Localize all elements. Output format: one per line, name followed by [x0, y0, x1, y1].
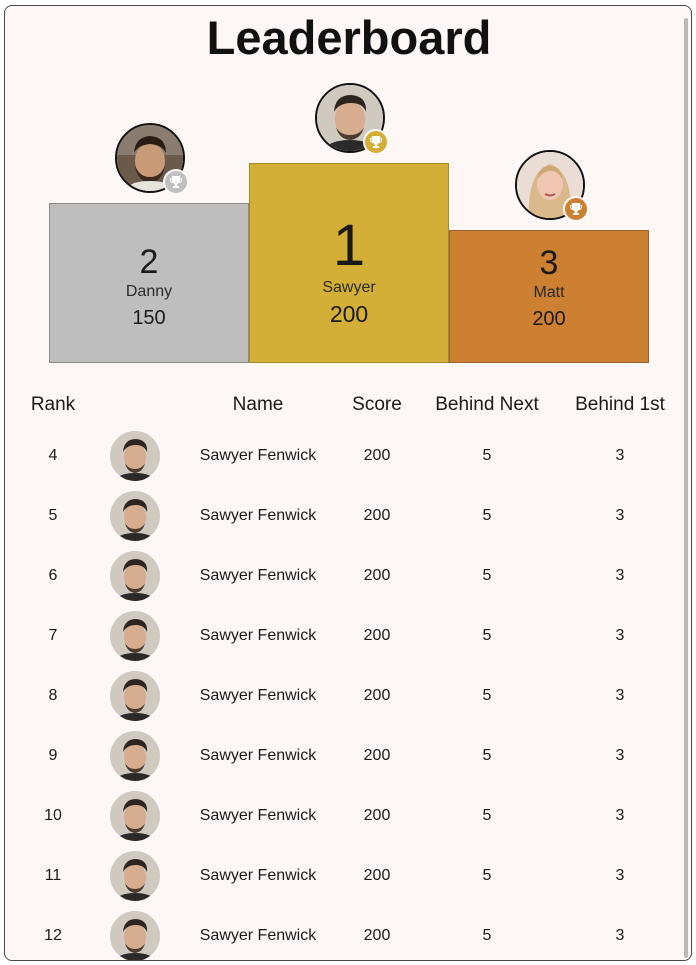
behind-next-cell: 5: [482, 627, 492, 644]
column-header-score[interactable]: Score: [337, 390, 417, 420]
table-row[interactable]: 6 Sawyer Fenwick 200 5 3: [5, 546, 691, 606]
podium-rank: 1: [332, 213, 366, 278]
podium-rank: 3: [539, 244, 559, 282]
podium-first-place[interactable]: 1 Sawyer 200: [249, 163, 449, 363]
rank-cell: 5: [48, 507, 58, 524]
score-cell: 200: [363, 507, 391, 524]
podium-name: Sawyer: [322, 279, 376, 296]
name-cell: Sawyer Fenwick: [199, 447, 317, 464]
rank-cell: 7: [48, 627, 58, 644]
table-header: Rank Name Score Behind Next Behind 1st: [5, 390, 691, 420]
behind-next-cell: 5: [482, 567, 492, 584]
avatar: [110, 791, 160, 841]
behind-next-cell: 5: [482, 747, 492, 764]
name-cell: Sawyer Fenwick: [199, 747, 317, 764]
avatar: [110, 491, 160, 541]
score-cell: 200: [363, 567, 391, 584]
podium-avatar-third[interactable]: [515, 150, 589, 222]
podium-score: 200: [329, 301, 369, 327]
rank-cell: 6: [48, 567, 58, 584]
page-title: Leaderboard: [206, 11, 492, 64]
rank-cell: 11: [44, 867, 62, 884]
rank-cell: 8: [48, 687, 58, 704]
avatar: [110, 431, 160, 481]
leaderboard-panel: Leaderboard 2 Danny 150 1 Sawyer 200 3 M…: [4, 5, 692, 961]
behind-first-cell: 3: [615, 927, 625, 944]
podium-name: Matt: [533, 284, 565, 301]
table-row[interactable]: 11 Sawyer Fenwick 200 5 3: [5, 846, 691, 906]
trophy-icon: [163, 169, 189, 195]
behind-first-cell: 3: [615, 627, 625, 644]
rank-cell: 12: [44, 927, 62, 944]
podium-avatar-first[interactable]: [315, 83, 389, 155]
table-row[interactable]: 5 Sawyer Fenwick 200 5 3: [5, 486, 691, 546]
behind-first-cell: 3: [615, 687, 625, 704]
behind-next-cell: 5: [482, 807, 492, 824]
trophy-icon: [563, 196, 589, 222]
behind-first-cell: 3: [615, 747, 625, 764]
name-cell: Sawyer Fenwick: [199, 687, 317, 704]
avatar: [110, 851, 160, 901]
avatar: [110, 671, 160, 721]
table-row[interactable]: 9 Sawyer Fenwick 200 5 3: [5, 726, 691, 786]
podium-score: 150: [132, 307, 166, 329]
podium-score: 200: [532, 308, 566, 330]
table-row[interactable]: 4 Sawyer Fenwick 200 5 3: [5, 426, 691, 486]
behind-first-cell: 3: [615, 867, 625, 884]
score-cell: 200: [363, 867, 391, 884]
podium-rank: 2: [139, 243, 159, 281]
podium-second-place[interactable]: 2 Danny 150: [49, 203, 249, 363]
score-cell: 200: [363, 747, 391, 764]
podium-third-place[interactable]: 3 Matt 200: [449, 230, 649, 363]
podium-avatar-second[interactable]: [115, 123, 189, 195]
table-row[interactable]: 12 Sawyer Fenwick 200 5 3: [5, 906, 691, 960]
behind-first-cell: 3: [615, 807, 625, 824]
name-cell: Sawyer Fenwick: [199, 867, 317, 884]
column-header-behind-first[interactable]: Behind 1st: [560, 390, 680, 420]
table-row[interactable]: 8 Sawyer Fenwick 200 5 3: [5, 666, 691, 726]
name-cell: Sawyer Fenwick: [199, 567, 317, 584]
name-cell: Sawyer Fenwick: [199, 507, 317, 524]
avatar: [110, 911, 160, 960]
behind-first-cell: 3: [615, 567, 625, 584]
column-header-name[interactable]: Name: [183, 390, 333, 420]
rank-cell: 9: [48, 747, 58, 764]
table-row[interactable]: 7 Sawyer Fenwick 200 5 3: [5, 606, 691, 666]
score-cell: 200: [363, 807, 391, 824]
behind-next-cell: 5: [482, 927, 492, 944]
trophy-icon: [363, 129, 389, 155]
name-cell: Sawyer Fenwick: [199, 927, 317, 944]
score-cell: 200: [363, 927, 391, 944]
score-cell: 200: [363, 627, 391, 644]
column-header-rank[interactable]: Rank: [13, 390, 93, 420]
avatar: [110, 611, 160, 661]
behind-next-cell: 5: [482, 867, 492, 884]
score-cell: 200: [363, 687, 391, 704]
rank-cell: 10: [44, 807, 62, 824]
rank-cell: 4: [48, 447, 58, 464]
column-header-behind-next[interactable]: Behind Next: [427, 390, 547, 420]
podium-name: Danny: [125, 283, 173, 300]
score-cell: 200: [363, 447, 391, 464]
behind-next-cell: 5: [482, 447, 492, 464]
behind-next-cell: 5: [482, 687, 492, 704]
behind-next-cell: 5: [482, 507, 492, 524]
avatar: [110, 551, 160, 601]
behind-first-cell: 3: [615, 447, 625, 464]
avatar: [110, 731, 160, 781]
table-body: 4 Sawyer Fenwick 200 5 3 5 Sawyer Fenwick 200 5 3…: [5, 426, 691, 960]
name-cell: Sawyer Fenwick: [199, 807, 317, 824]
behind-first-cell: 3: [615, 507, 625, 524]
name-cell: Sawyer Fenwick: [199, 627, 317, 644]
table-row[interactable]: 10 Sawyer Fenwick 200 5 3: [5, 786, 691, 846]
